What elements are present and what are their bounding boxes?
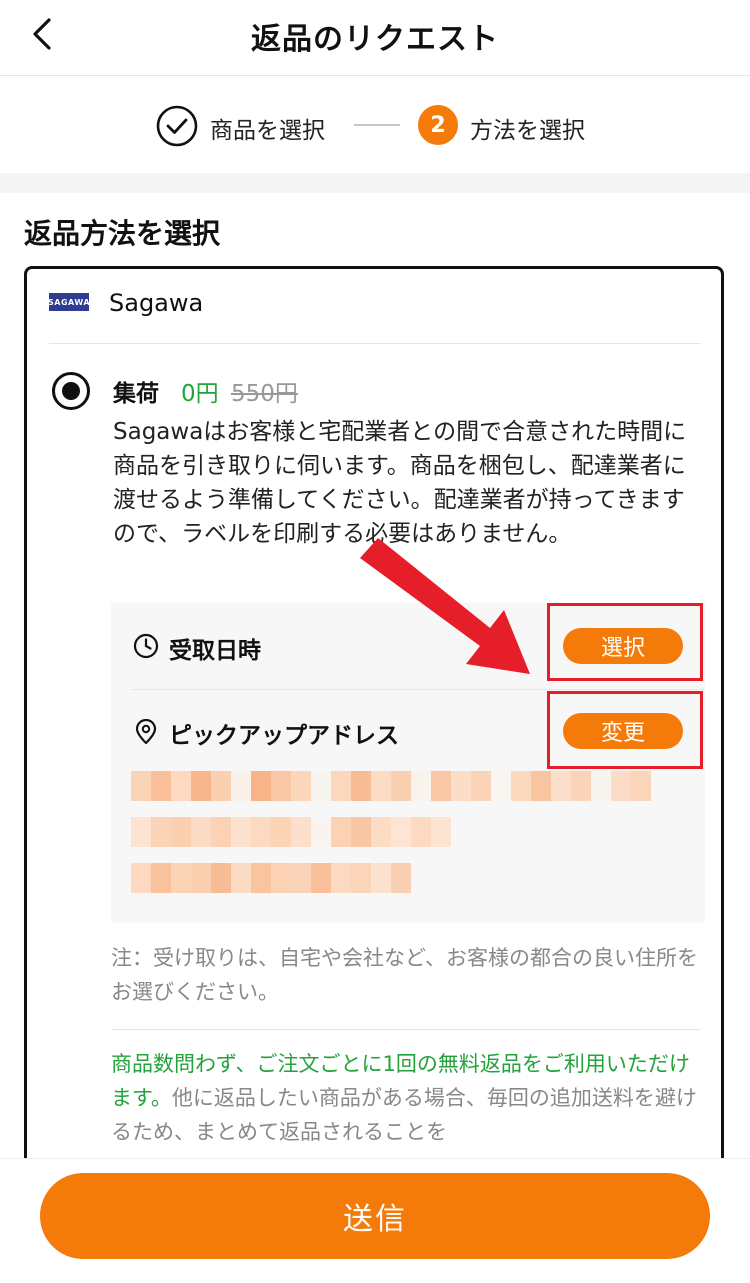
step-connector bbox=[354, 124, 400, 126]
method-original-price: 550円 bbox=[231, 381, 298, 407]
radio-selected-dot bbox=[62, 382, 80, 400]
step-1-label: 商品を選択 bbox=[210, 118, 325, 144]
pickup-time-label: 受取日時 bbox=[169, 638, 261, 664]
section-separator bbox=[0, 173, 750, 193]
annotation-highlight-box bbox=[547, 691, 703, 769]
divider bbox=[111, 1029, 701, 1030]
return-method-card: SAGAWA Sagawa 集荷 0円 550円 Sagawaはお客様と宅配業者… bbox=[24, 266, 724, 1226]
header: 返品のリクエスト bbox=[0, 0, 750, 76]
method-description: Sagawaはお客様と宅配業者との間で合意された時間に商品を引き取りに伺います。… bbox=[113, 419, 687, 547]
annotation-highlight-box bbox=[547, 603, 703, 681]
divider bbox=[131, 689, 705, 690]
bottom-bar: 送信 bbox=[0, 1158, 750, 1283]
location-pin-icon bbox=[135, 719, 157, 745]
free-return-text: 他に返品したい商品がある場合、毎回の追加送料を避けるため、まとめて返品されること… bbox=[111, 1086, 697, 1144]
submit-button[interactable]: 送信 bbox=[40, 1173, 710, 1259]
check-circle-icon bbox=[156, 105, 198, 147]
step-2-label: 方法を選択 bbox=[470, 118, 585, 144]
step-2-number: 2 bbox=[418, 105, 458, 145]
pickup-address-label: ピックアップアドレス bbox=[169, 723, 399, 749]
address-redacted bbox=[131, 863, 411, 893]
method-price: 0円 bbox=[181, 381, 219, 407]
method-name: 集荷 bbox=[113, 381, 159, 407]
page-title: 返品のリクエスト bbox=[251, 22, 499, 57]
sagawa-logo: SAGAWA bbox=[48, 293, 90, 311]
address-redacted bbox=[131, 817, 451, 847]
divider bbox=[49, 343, 701, 344]
step-indicator: 商品を選択 2 方法を選択 bbox=[0, 77, 750, 173]
pickup-method-radio[interactable] bbox=[52, 372, 90, 410]
annotation-arrow-icon bbox=[360, 538, 530, 674]
section-title: 返品方法を選択 bbox=[24, 217, 221, 250]
free-return-notice: 商品数問わず、ご注文ごとに1回の無料返品をご利用いただけます。他に返品したい商品… bbox=[111, 1047, 705, 1149]
address-redacted bbox=[131, 771, 651, 801]
pickup-note: 注：受け取りは、自宅や会社など、お客様の都合の良い住所をお選びください。 bbox=[111, 946, 698, 1004]
clock-icon bbox=[133, 633, 159, 659]
carrier-name: Sagawa bbox=[109, 289, 204, 317]
